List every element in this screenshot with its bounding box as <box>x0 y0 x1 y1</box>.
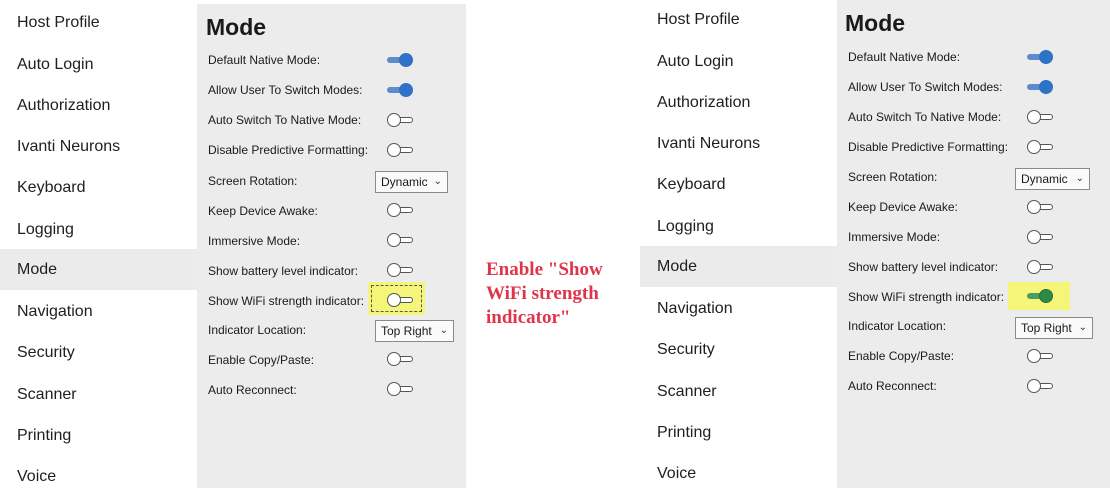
toggle-wifi-indicator[interactable] <box>387 293 413 307</box>
label-disable-predictive: Disable Predictive Formatting: <box>848 140 1009 154</box>
sidebar-item-ivanti-neurons[interactable]: Ivanti Neurons <box>640 123 837 164</box>
chevron-down-icon: ⌄ <box>1078 322 1087 333</box>
before-panel: Host Profile Auto Login Authorization Iv… <box>0 0 466 488</box>
label-wifi-indicator: Show WiFi strength indicator: <box>848 290 1005 304</box>
toggle-battery-indicator[interactable] <box>1027 260 1053 274</box>
toggle-immersive[interactable] <box>1027 230 1053 244</box>
sidebar-item-voice[interactable]: Voice <box>0 456 197 497</box>
sidebar: Host Profile Auto Login Authorization Iv… <box>640 0 837 488</box>
sidebar-item-logging[interactable]: Logging <box>0 209 197 250</box>
label-immersive: Immersive Mode: <box>208 234 301 248</box>
toggle-default-native-mode[interactable] <box>387 53 413 67</box>
label-indicator-location: Indicator Location: <box>208 323 307 337</box>
sidebar-item-mode[interactable]: Mode <box>640 246 837 287</box>
label-auto-reconnect: Auto Reconnect: <box>208 383 297 397</box>
indicator-location-select[interactable]: Top Right ⌄ <box>375 320 454 342</box>
label-battery-indicator: Show battery level indicator: <box>848 260 999 274</box>
label-battery-indicator: Show battery level indicator: <box>208 264 359 278</box>
toggle-copy-paste[interactable] <box>387 352 413 366</box>
screen-rotation-select[interactable]: Dynamic ⌄ <box>375 171 448 193</box>
page-title: Mode <box>206 14 267 40</box>
screen-rotation-value: Dynamic <box>1021 172 1068 186</box>
label-screen-rotation: Screen Rotation: <box>848 170 938 184</box>
toggle-keep-awake[interactable] <box>1027 200 1053 214</box>
label-allow-user-switch: Allow User To Switch Modes: <box>848 80 1003 94</box>
toggle-wifi-indicator[interactable] <box>1027 289 1053 303</box>
sidebar-item-authorization[interactable]: Authorization <box>640 82 837 123</box>
chevron-down-icon: ⌄ <box>1075 173 1084 184</box>
toggle-disable-predictive[interactable] <box>1027 140 1053 154</box>
sidebar-item-auto-login[interactable]: Auto Login <box>0 44 197 85</box>
toggle-disable-predictive[interactable] <box>387 143 413 157</box>
sidebar-item-authorization[interactable]: Authorization <box>0 85 197 126</box>
label-keep-awake: Keep Device Awake: <box>848 200 958 214</box>
chevron-down-icon: ⌄ <box>439 325 448 336</box>
page-title: Mode <box>845 10 906 36</box>
toggle-auto-reconnect[interactable] <box>387 382 413 396</box>
sidebar-item-host-profile[interactable]: Host Profile <box>0 2 197 43</box>
toggle-allow-user-switch[interactable] <box>387 83 413 97</box>
sidebar-item-keyboard[interactable]: Keyboard <box>0 167 197 208</box>
sidebar-item-scanner[interactable]: Scanner <box>640 371 837 412</box>
toggle-auto-reconnect[interactable] <box>1027 379 1053 393</box>
toggle-auto-switch-native[interactable] <box>387 113 413 127</box>
sidebar-item-navigation[interactable]: Navigation <box>640 288 837 329</box>
indicator-location-value: Top Right <box>381 324 432 338</box>
label-auto-reconnect: Auto Reconnect: <box>848 379 937 393</box>
label-auto-switch-native: Auto Switch To Native Mode: <box>208 113 362 127</box>
sidebar-item-keyboard[interactable]: Keyboard <box>640 164 837 205</box>
toggle-copy-paste[interactable] <box>1027 349 1053 363</box>
indicator-location-value: Top Right <box>1021 321 1072 335</box>
screen-rotation-select[interactable]: Dynamic ⌄ <box>1015 168 1090 190</box>
mode-settings-panel: Mode Default Native Mode: Allow User To … <box>197 4 466 488</box>
label-immersive: Immersive Mode: <box>848 230 941 244</box>
toggle-immersive[interactable] <box>387 233 413 247</box>
sidebar: Host Profile Auto Login Authorization Iv… <box>0 0 197 488</box>
sidebar-item-auto-login[interactable]: Auto Login <box>640 41 837 82</box>
sidebar-item-scanner[interactable]: Scanner <box>0 374 197 415</box>
sidebar-item-host-profile[interactable]: Host Profile <box>640 0 837 40</box>
indicator-location-select[interactable]: Top Right ⌄ <box>1015 317 1093 339</box>
toggle-battery-indicator[interactable] <box>387 263 413 277</box>
label-indicator-location: Indicator Location: <box>848 319 947 333</box>
label-default-native-mode: Default Native Mode: <box>208 53 321 67</box>
toggle-allow-user-switch[interactable] <box>1027 80 1053 94</box>
screen-rotation-value: Dynamic <box>381 175 428 189</box>
sidebar-item-security[interactable]: Security <box>0 332 197 373</box>
mode-settings-panel: Mode Default Native Mode: Allow User To … <box>837 0 1110 488</box>
sidebar-item-security[interactable]: Security <box>640 329 837 370</box>
sidebar-item-mode[interactable]: Mode <box>0 249 197 290</box>
toggle-auto-switch-native[interactable] <box>1027 110 1053 124</box>
label-allow-user-switch: Allow User To Switch Modes: <box>208 83 363 97</box>
sidebar-item-printing[interactable]: Printing <box>640 412 837 453</box>
label-default-native-mode: Default Native Mode: <box>848 50 961 64</box>
label-copy-paste: Enable Copy/Paste: <box>208 353 315 367</box>
instruction-annotation: Enable "Show WiFi strength indicator" <box>486 259 603 328</box>
label-disable-predictive: Disable Predictive Formatting: <box>208 143 369 157</box>
chevron-down-icon: ⌄ <box>433 176 442 187</box>
sidebar-item-navigation[interactable]: Navigation <box>0 291 197 332</box>
after-panel: Host Profile Auto Login Authorization Iv… <box>640 0 1110 488</box>
label-keep-awake: Keep Device Awake: <box>208 204 318 218</box>
label-wifi-indicator: Show WiFi strength indicator: <box>208 294 365 308</box>
toggle-keep-awake[interactable] <box>387 203 413 217</box>
label-copy-paste: Enable Copy/Paste: <box>848 349 955 363</box>
label-screen-rotation: Screen Rotation: <box>208 174 298 188</box>
sidebar-item-printing[interactable]: Printing <box>0 415 197 456</box>
sidebar-item-ivanti-neurons[interactable]: Ivanti Neurons <box>0 126 197 167</box>
sidebar-item-logging[interactable]: Logging <box>640 206 837 247</box>
label-auto-switch-native: Auto Switch To Native Mode: <box>848 110 1002 124</box>
toggle-default-native-mode[interactable] <box>1027 50 1053 64</box>
